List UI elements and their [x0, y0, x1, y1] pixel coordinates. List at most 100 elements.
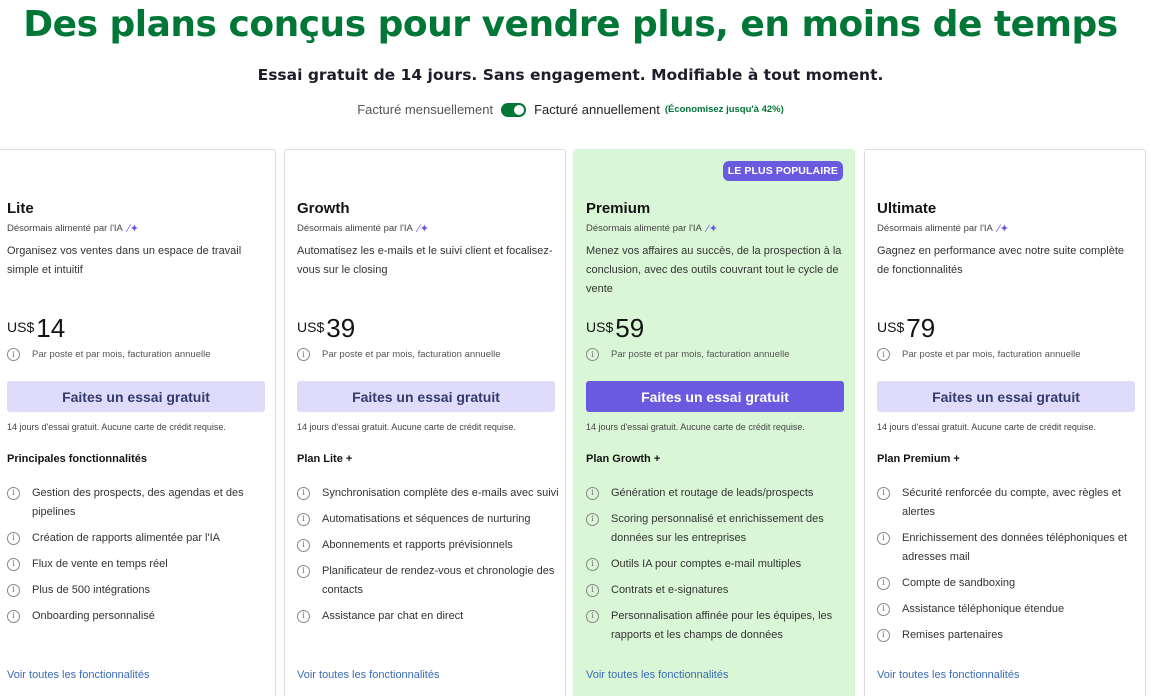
info-icon[interactable]: i	[7, 610, 20, 623]
info-icon[interactable]: i	[297, 513, 310, 526]
feature-item: i Gestion des prospects, des agendas et d…	[7, 484, 269, 522]
plan-price: US$ 59	[586, 313, 644, 344]
feature-item: i Personnalisation affinée pour les équip…	[586, 607, 848, 645]
plan-name: Growth	[297, 200, 350, 217]
features-heading: Principales fonctionnalités	[7, 453, 147, 465]
info-icon[interactable]: i	[586, 584, 599, 597]
feature-list: i Gestion des prospects, des agendas et d…	[7, 484, 269, 633]
feature-item: i Synchronisation complète des e-mails av…	[297, 484, 559, 503]
billing-switch: Facturé mensuellement Facturé annuelleme…	[0, 102, 1141, 117]
price-currency: US$	[297, 319, 325, 335]
trial-note: 14 jours d'essai gratuit. Aucune carte d…	[7, 422, 226, 432]
info-icon[interactable]: i	[7, 532, 20, 545]
feature-item: i Abonnements et rapports prévisionnels	[297, 536, 559, 555]
see-all-features-link[interactable]: Voir toutes les fonctionnalités	[7, 669, 149, 681]
info-icon[interactable]: i	[586, 513, 599, 526]
plan-description: Organisez vos ventes dans un espace de t…	[7, 245, 242, 276]
features-heading: Plan Lite +	[297, 453, 353, 465]
plan-card-growth: Growth Désormais alimenté par l'IA ⁄✦ Aut…	[284, 149, 566, 696]
features-heading: Plan Growth +	[586, 453, 661, 465]
info-icon[interactable]: i	[297, 487, 310, 500]
plan-description: Automatisez les e-mails et le suivi clie…	[297, 245, 553, 276]
info-icon[interactable]: i	[297, 348, 310, 361]
plan-card-premium: LE PLUS POPULAIRE Premium Désormais alim…	[573, 149, 855, 696]
page-title: Des plans conçus pour vendre plus, en mo…	[23, 4, 1118, 45]
price-note: i Par poste et par mois, facturation annu…	[297, 348, 501, 361]
feature-item: i Flux de vente en temps réel	[7, 555, 269, 574]
price-amount: 59	[615, 313, 645, 343]
feature-item: i Automatisations et séquences de nurturi…	[297, 510, 559, 529]
feature-item: i Sécurité renforcée du compte, avec règl…	[877, 484, 1139, 522]
feature-item: i Outils IA pour comptes e-mail multiples	[586, 555, 848, 574]
price-amount: 39	[326, 313, 356, 343]
feature-item: i Remises partenaires	[877, 626, 1139, 645]
feature-list: i Sécurité renforcée du compte, avec règl…	[877, 484, 1139, 652]
billing-toggle[interactable]	[501, 102, 527, 117]
info-icon[interactable]: i	[586, 558, 599, 571]
free-trial-button[interactable]: Faites un essai gratuit	[7, 381, 265, 412]
feature-item: i Scoring personnalisé et enrichissement …	[586, 510, 848, 548]
free-trial-button[interactable]: Faites un essai gratuit	[877, 381, 1135, 412]
toggle-knob	[514, 104, 525, 115]
info-icon[interactable]: i	[7, 348, 20, 361]
magic-wand-icon: ⁄✦	[997, 223, 1009, 235]
info-icon[interactable]: i	[297, 539, 310, 552]
feature-item: i Enrichissement des données téléphonique…	[877, 529, 1139, 567]
savings-note: (Économisez jusqu'à 42%)	[664, 104, 784, 115]
info-icon[interactable]: i	[877, 487, 890, 500]
magic-wand-icon: ⁄✦	[417, 223, 429, 235]
info-icon[interactable]: i	[586, 487, 599, 500]
ai-label: Désormais alimenté par l'IA ⁄✦	[877, 223, 1009, 235]
trial-note: 14 jours d'essai gratuit. Aucune carte d…	[877, 422, 1096, 432]
plan-price: US$ 79	[877, 313, 935, 344]
magic-wand-icon: ⁄✦	[706, 223, 718, 235]
billing-monthly-label[interactable]: Facturé mensuellement	[357, 102, 493, 117]
info-icon[interactable]: i	[7, 487, 20, 500]
feature-item: i Création de rapports alimentée par l'IA	[7, 529, 269, 548]
info-icon[interactable]: i	[877, 603, 890, 616]
feature-item: i Assistance téléphonique étendue	[877, 600, 1139, 619]
feature-item: i Plus de 500 intégrations	[7, 581, 269, 600]
info-icon[interactable]: i	[7, 584, 20, 597]
info-icon[interactable]: i	[586, 348, 599, 361]
price-note: i Par poste et par mois, facturation annu…	[7, 348, 211, 361]
ai-label: Désormais alimenté par l'IA ⁄✦	[297, 223, 429, 235]
ai-label: Désormais alimenté par l'IA ⁄✦	[586, 223, 718, 235]
features-heading: Plan Premium +	[877, 453, 960, 465]
plan-price: US$ 14	[7, 313, 65, 344]
billing-annual-label[interactable]: Facturé annuellement	[534, 102, 660, 117]
plan-card-ultimate: Ultimate Désormais alimenté par l'IA ⁄✦ G…	[864, 149, 1146, 696]
price-currency: US$	[586, 319, 614, 335]
trial-note: 14 jours d'essai gratuit. Aucune carte d…	[297, 422, 516, 432]
plan-name: Premium	[586, 200, 651, 217]
feature-item: i Génération et routage de leads/prospect…	[586, 484, 848, 503]
price-note: i Par poste et par mois, facturation annu…	[586, 348, 790, 361]
price-amount: 14	[36, 313, 66, 343]
info-icon[interactable]: i	[877, 629, 890, 642]
plan-name: Ultimate	[877, 200, 937, 217]
feature-item: i Contrats et e-signatures	[586, 581, 848, 600]
info-icon[interactable]: i	[7, 558, 20, 571]
free-trial-button[interactable]: Faites un essai gratuit	[586, 381, 844, 412]
see-all-features-link[interactable]: Voir toutes les fonctionnalités	[297, 669, 439, 681]
price-note: i Par poste et par mois, facturation annu…	[877, 348, 1081, 361]
free-trial-button[interactable]: Faites un essai gratuit	[297, 381, 555, 412]
plan-price: US$ 39	[297, 313, 355, 344]
feature-item: i Onboarding personnalisé	[7, 607, 269, 626]
info-icon[interactable]: i	[586, 610, 599, 623]
info-icon[interactable]: i	[297, 565, 310, 578]
info-icon[interactable]: i	[877, 532, 890, 545]
plan-description: Gagnez en performance avec notre suite c…	[877, 245, 1125, 276]
info-icon[interactable]: i	[877, 348, 890, 361]
price-currency: US$	[7, 319, 35, 335]
see-all-features-link[interactable]: Voir toutes les fonctionnalités	[877, 669, 1019, 681]
trial-note: 14 jours d'essai gratuit. Aucune carte d…	[586, 422, 805, 432]
page-subtitle: Essai gratuit de 14 jours. Sans engageme…	[257, 66, 884, 84]
plan-description: Menez vos affaires au succès, de la pros…	[586, 245, 842, 295]
ai-label: Désormais alimenté par l'IA ⁄✦	[7, 223, 139, 235]
see-all-features-link[interactable]: Voir toutes les fonctionnalités	[586, 669, 728, 681]
price-currency: US$	[877, 319, 905, 335]
info-icon[interactable]: i	[877, 577, 890, 590]
feature-item: i Compte de sandboxing	[877, 574, 1139, 593]
info-icon[interactable]: i	[297, 610, 310, 623]
